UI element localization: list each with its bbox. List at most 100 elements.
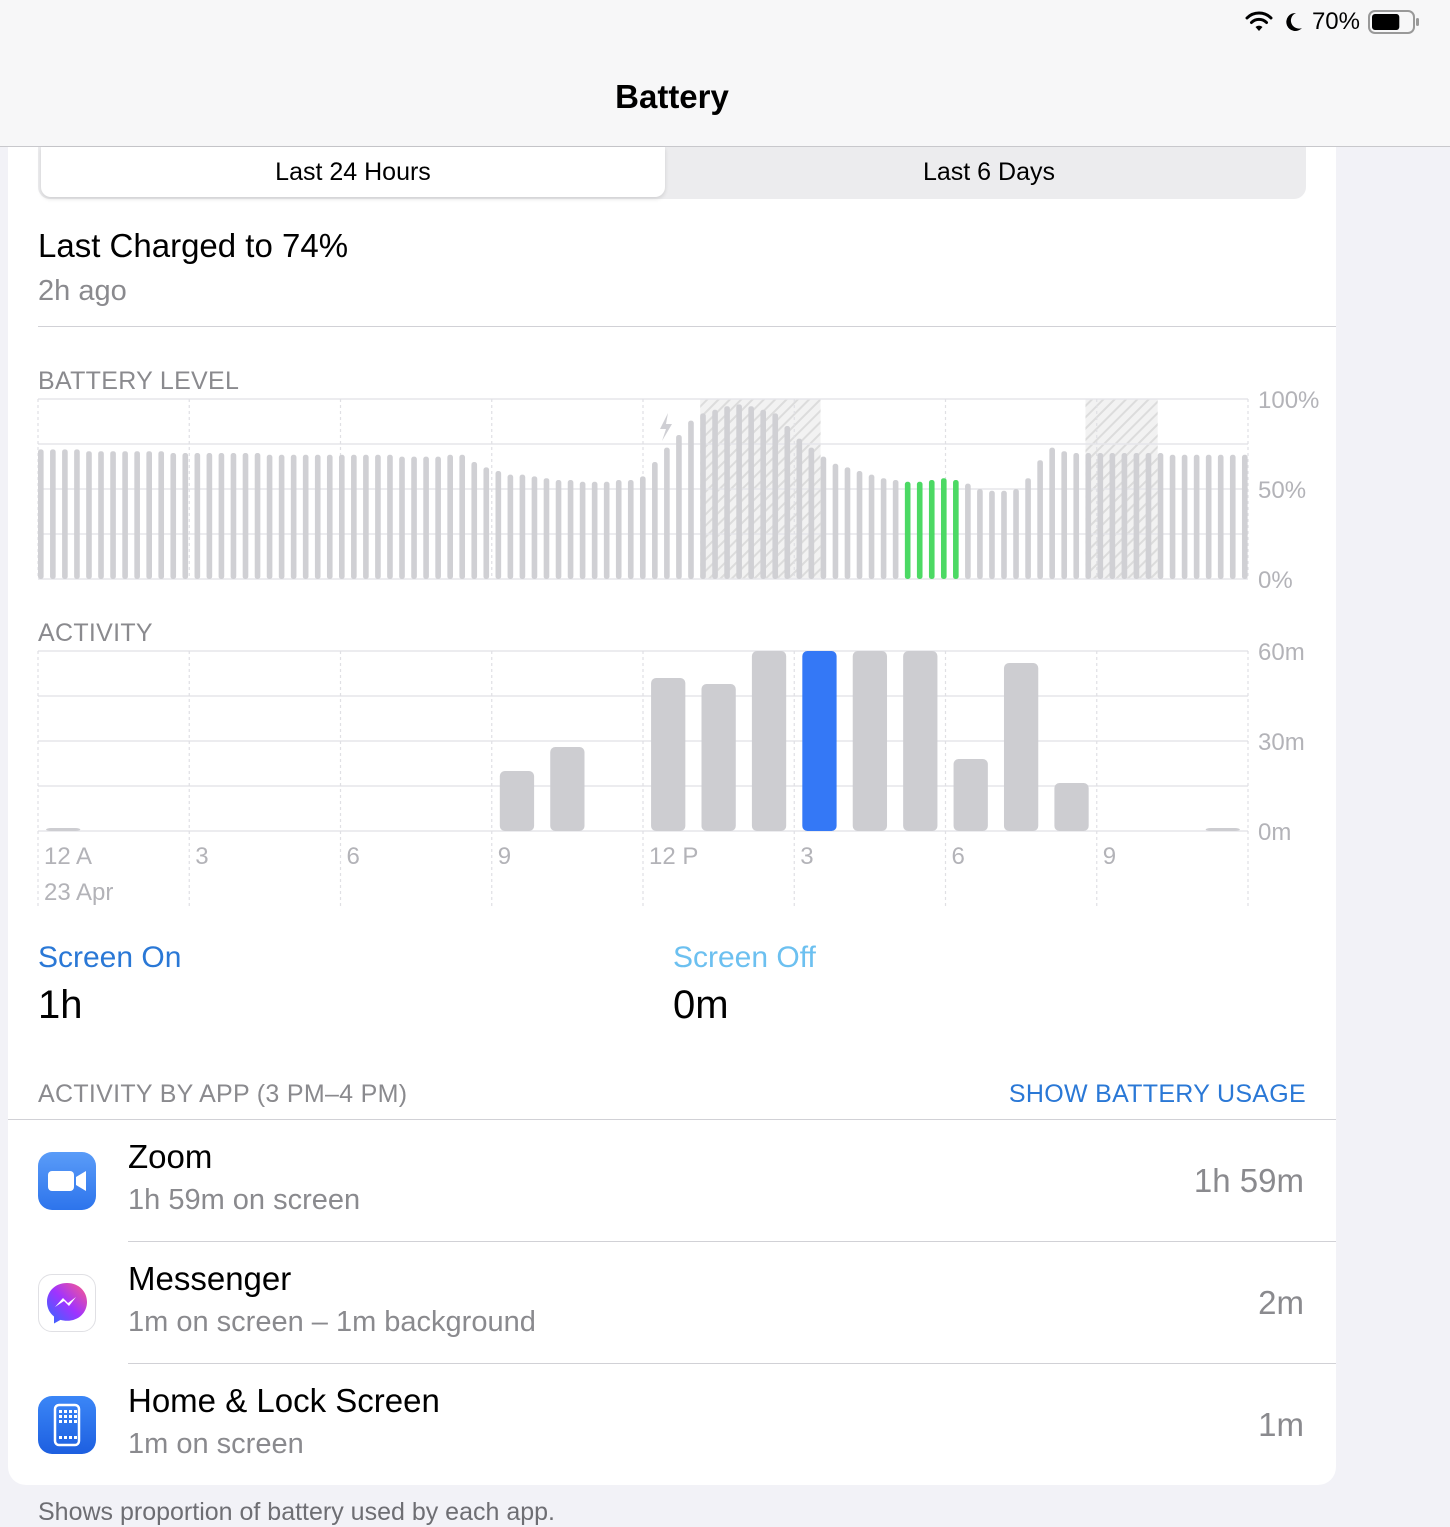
battery-bar [387,454,393,579]
battery-bar [603,481,610,579]
battery-bar [242,453,249,579]
activity-by-app-header: ACTIVITY BY APP (3 PM–4 PM) [38,1080,408,1108]
activity-y-tick: 0m [1258,819,1291,846]
battery-bar [688,420,694,579]
battery-bar [495,471,502,579]
activity-date-label: 23 Apr [44,879,113,906]
screen-off-label: Screen Off [673,941,816,974]
screen-on-label: Screen On [38,941,182,974]
battery-bar [50,449,56,579]
activity-x-tick: 12 P [649,843,698,870]
battery-icon [1368,10,1419,34]
battery-bar [832,463,839,579]
app-row-messenger[interactable]: Messenger 1m on screen – 1m background 2… [8,1242,1336,1364]
battery-bar [664,447,670,579]
battery-bar [471,462,478,579]
status-bar: 70% [0,0,1450,46]
app-row-zoom[interactable]: Zoom 1h 59m on screen 1h 59m [8,1120,1336,1242]
activity-x-tick: 9 [498,843,511,870]
battery-bar-highlighted [928,480,935,579]
battery-bar [411,456,417,579]
battery-bar [1013,489,1019,579]
battery-bar [38,449,44,579]
activity-x-tick: 9 [1103,843,1116,870]
activity-bar [953,759,988,831]
battery-bar [1037,460,1043,579]
battery-bar [1121,453,1128,579]
activity-bar [550,747,585,831]
battery-bar-highlighted [940,478,947,579]
battery-bar [62,449,68,579]
battery-bar [772,413,779,579]
battery-bar-highlighted [953,480,959,579]
activity-bar [903,651,938,831]
battery-bar [615,480,622,579]
screen-off-value: 0m [673,983,729,1027]
battery-bar [98,451,104,579]
battery-bar [1109,453,1116,579]
activity-bar [1054,783,1089,831]
battery-y-tick: 0% [1258,567,1293,594]
battery-bar [760,409,767,579]
navigation-bar: 70% Battery [0,0,1450,147]
battery-bar [182,453,189,579]
activity-bar [701,684,736,831]
footer-note: Shows proportion of battery used by each… [38,1498,555,1526]
battery-bar [796,438,803,579]
battery-bar [724,406,730,579]
battery-bar [266,454,273,579]
battery-bar [989,490,995,579]
app-time: 2m [1258,1284,1304,1321]
battery-bar [314,454,321,579]
battery-bar [652,462,658,579]
battery-bar [170,453,177,579]
battery-bar [1241,454,1248,579]
battery-bar [543,478,550,579]
messenger-icon [38,1274,96,1332]
battery-bar [507,474,514,579]
page-title: Battery [615,78,729,115]
battery-charts[interactable]: 100% 50% 0% 60m 30m 0m 12 A 3 6 9 12 P 3 6 9 23 Apr [8,147,1336,927]
battery-bar [519,474,526,579]
battery-bar [86,451,92,579]
battery-y-tick: 100% [1258,387,1319,414]
activity-bar [852,651,888,831]
battery-bar [290,454,297,579]
battery-bar [447,454,453,579]
activity-bar [499,771,535,831]
battery-bar-highlighted [916,481,923,579]
battery-bar [531,476,538,579]
battery-bar [134,451,140,579]
battery-card: Last 24 Hours Last 6 Days Last Charged t… [8,147,1336,1485]
zoom-icon [38,1152,96,1210]
activity-bar [651,678,686,831]
battery-bar [1229,454,1236,579]
battery-bar [302,454,309,579]
battery-bar [892,480,899,579]
battery-bar [459,454,466,579]
show-battery-usage-button[interactable]: SHOW BATTERY USAGE [1009,1080,1306,1109]
app-row-home-lock-screen[interactable]: Home & Lock Screen 1m on screen 1m [8,1364,1336,1486]
battery-bar [567,480,574,579]
battery-bar [423,456,429,579]
app-detail: 1h 59m on screen [128,1184,361,1216]
battery-bar [278,454,285,579]
moon-icon [1286,12,1302,31]
activity-x-tick: 3 [800,843,813,870]
battery-bar-highlighted [904,481,911,579]
battery-bar [351,454,357,579]
battery-bar [74,449,80,579]
battery-bar [1133,453,1140,579]
battery-bar [1193,454,1200,579]
activity-y-tick: 30m [1258,729,1305,756]
battery-bar [579,481,586,579]
battery-bar [122,451,128,579]
battery-bar [820,456,827,579]
battery-bar [1097,453,1104,579]
battery-bar [627,480,634,579]
battery-bar [230,453,237,579]
battery-y-tick: 50% [1258,477,1306,504]
battery-bar [1085,453,1092,579]
battery-bar [700,413,706,579]
battery-percent: 70% [1311,8,1360,35]
